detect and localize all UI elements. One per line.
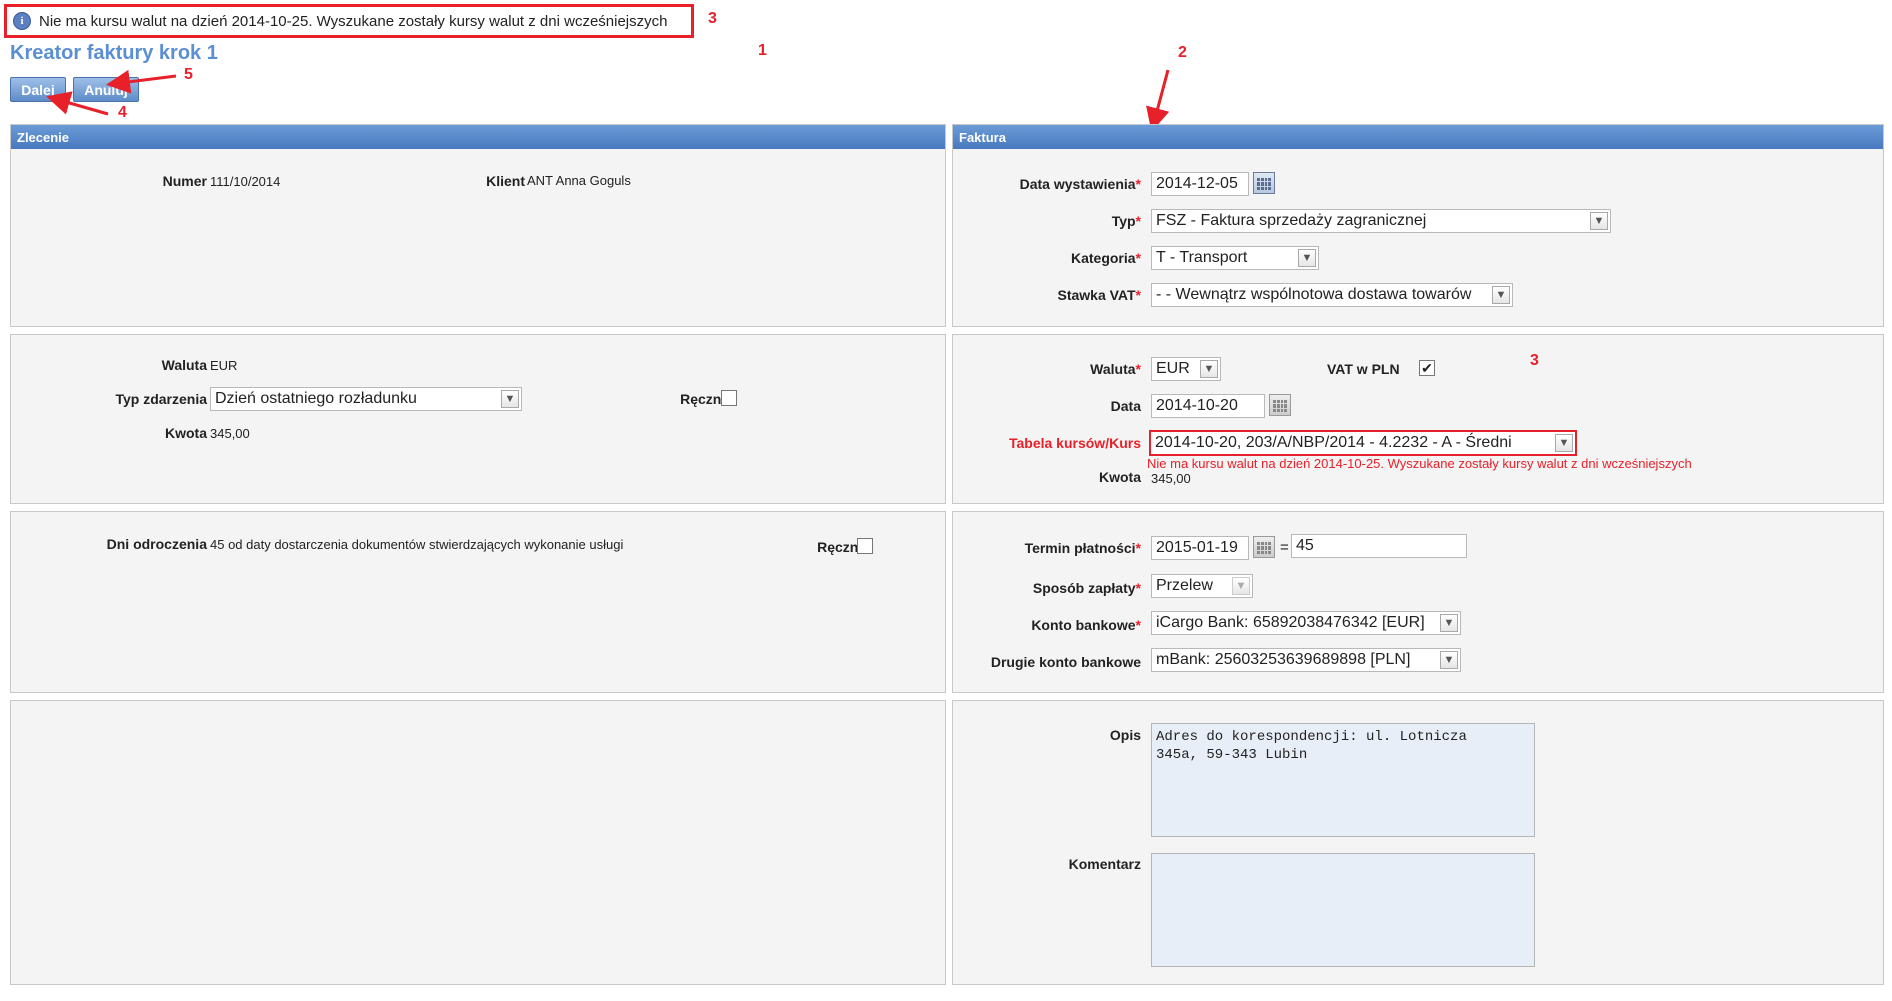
klient-value: ANT Anna Goguls: [527, 173, 631, 188]
zlecenie-header: Zlecenie: [11, 125, 945, 149]
kategoria-select[interactable]: T - Transport ▼: [1151, 246, 1319, 270]
stawka-vat-value: - - Wewnątrz wspólnotowa dostawa towarów: [1156, 286, 1472, 303]
faktura-panel-4: Opis Adres do korespondencji: ul. Lotnic…: [952, 700, 1884, 985]
numer-value: 111/10/2014: [210, 174, 281, 189]
sposob-zaplaty-label: Sposób zapłaty*: [1032, 580, 1141, 596]
tabela-kursow-value: 2014-10-20, 203/A/NBP/2014 - 4.2232 - A …: [1155, 434, 1512, 451]
konto-bankowe-select[interactable]: iCargo Bank: 65892038476342 [EUR] ▼: [1151, 611, 1461, 635]
opis-textarea[interactable]: Adres do korespondencji: ul. Lotnicza 34…: [1151, 723, 1535, 837]
faktura-panel-1: Faktura Data wystawienia* 2014-12-05 Typ…: [952, 124, 1884, 327]
zlecenie-panel-3: Dni odroczenia 45 od daty dostarczenia d…: [10, 511, 946, 693]
chevron-down-icon: ▼: [1440, 614, 1458, 632]
komentarz-textarea[interactable]: [1151, 853, 1535, 967]
tabela-kursow-select[interactable]: 2014-10-20, 203/A/NBP/2014 - 4.2232 - A …: [1149, 430, 1577, 456]
typ-zdarzenia-label: Typ zdarzenia: [115, 391, 207, 407]
opis-label: Opis: [1109, 727, 1141, 743]
numer-label: Numer: [162, 173, 207, 189]
arrow-to-next: [46, 91, 109, 116]
chevron-down-icon: ▼: [1298, 249, 1316, 267]
calendar-icon-disabled[interactable]: [1253, 536, 1275, 558]
chevron-down-icon: ▼: [1590, 212, 1608, 230]
chevron-down-icon: ▼: [501, 390, 519, 408]
chevron-down-icon: ▼: [1200, 360, 1218, 378]
konto-bankowe-label: Konto bankowe*: [1031, 617, 1141, 633]
typ-select[interactable]: FSZ - Faktura sprzedaży zagranicznej ▼: [1151, 209, 1611, 233]
kategoria-label: Kategoria*: [1070, 250, 1141, 266]
faktura-panel-3: Termin płatności* 2015-01-19 = 45 Sposób…: [952, 511, 1884, 693]
calendar-icon[interactable]: [1253, 172, 1275, 194]
kwota-faktura-value: 345,00: [1151, 471, 1191, 486]
typ-value: FSZ - Faktura sprzedaży zagranicznej: [1156, 212, 1427, 229]
zlecenie-panel-1: Zlecenie Numer 111/10/2014 Klient ANT An…: [10, 124, 946, 327]
waluta-label: Waluta: [161, 357, 207, 373]
termin-platnosci-input[interactable]: 2015-01-19: [1151, 536, 1249, 560]
kategoria-value: T - Transport: [1156, 249, 1248, 266]
kwota-faktura-label: Kwota: [1099, 469, 1141, 485]
chevron-down-icon: ▼: [1492, 286, 1510, 304]
konto-bankowe-value: iCargo Bank: 65892038476342 [EUR]: [1156, 614, 1425, 631]
waluta-faktura-label: Waluta*: [1090, 361, 1141, 377]
kwota-value: 345,00: [210, 426, 250, 441]
dni-odroczenia-label: Dni odroczenia: [106, 536, 207, 552]
equals-sign: =: [1280, 539, 1289, 556]
termin-platnosci-label: Termin płatności*: [1024, 540, 1141, 556]
typ-zdarzenia-select[interactable]: Dzień ostatniego rozładunku ▼: [210, 387, 522, 411]
chevron-down-icon: ▼: [1232, 577, 1250, 595]
waluta-faktura-value: EUR: [1156, 360, 1190, 377]
sposob-zaplaty-value: Przelew: [1156, 577, 1213, 594]
stawka-vat-label: Stawka VAT*: [1057, 287, 1141, 303]
dni-odroczenia-value: 45 od daty dostarczenia dokumentów stwie…: [210, 537, 624, 552]
drugie-konto-select[interactable]: mBank: 25603253639689898 [PLN] ▼: [1151, 648, 1461, 672]
drugie-konto-value: mBank: 25603253639689898 [PLN]: [1156, 651, 1411, 668]
faktura-panel-2: Waluta* EUR ▼ VAT w PLN ✔ Data 2014-10-2…: [952, 334, 1884, 504]
faktura-header: Faktura: [953, 125, 1883, 149]
vat-pln-label: VAT w PLN: [1327, 361, 1400, 377]
sposob-zaplaty-select[interactable]: Przelew ▼: [1151, 574, 1253, 598]
klient-label: Klient: [486, 173, 525, 189]
typ-zdarzenia-value: Dzień ostatniego rozładunku: [215, 390, 417, 407]
data-wystawienia-label: Data wystawienia*: [1019, 176, 1141, 192]
recznie-checkbox[interactable]: [721, 390, 737, 406]
typ-label: Typ*: [1111, 213, 1141, 229]
kwota-label: Kwota: [165, 425, 207, 441]
arrow-to-cancel: [106, 69, 177, 94]
stawka-vat-select[interactable]: - - Wewnątrz wspólnotowa dostawa towarów…: [1151, 283, 1513, 307]
waluta-select[interactable]: EUR ▼: [1151, 357, 1221, 381]
zlecenie-panel-4: [10, 700, 946, 985]
rate-error-text: Nie ma kursu walut na dzień 2014-10-25. …: [1147, 456, 1692, 471]
calendar-icon-disabled[interactable]: [1269, 394, 1291, 416]
data-label: Data: [1110, 398, 1141, 414]
recznie2-checkbox[interactable]: [857, 538, 873, 554]
arrow-to-faktura: [1146, 69, 1170, 132]
chevron-down-icon: ▼: [1555, 434, 1573, 452]
data-input[interactable]: 2014-10-20: [1151, 394, 1265, 418]
annotation-3-rate: 3: [1530, 352, 1539, 369]
zlecenie-panel-2: Waluta EUR Typ zdarzenia Dzień ostatnieg…: [10, 334, 946, 504]
vat-pln-checkbox[interactable]: ✔: [1419, 360, 1435, 376]
data-wystawienia-input[interactable]: 2014-12-05: [1151, 172, 1249, 196]
termin-days-input[interactable]: 45: [1291, 534, 1467, 558]
komentarz-label: Komentarz: [1068, 856, 1141, 872]
chevron-down-icon: ▼: [1440, 651, 1458, 669]
waluta-value: EUR: [210, 358, 238, 373]
drugie-konto-label: Drugie konto bankowe: [990, 654, 1141, 670]
tabela-kursow-label: Tabela kursów/Kurs: [1008, 435, 1141, 451]
